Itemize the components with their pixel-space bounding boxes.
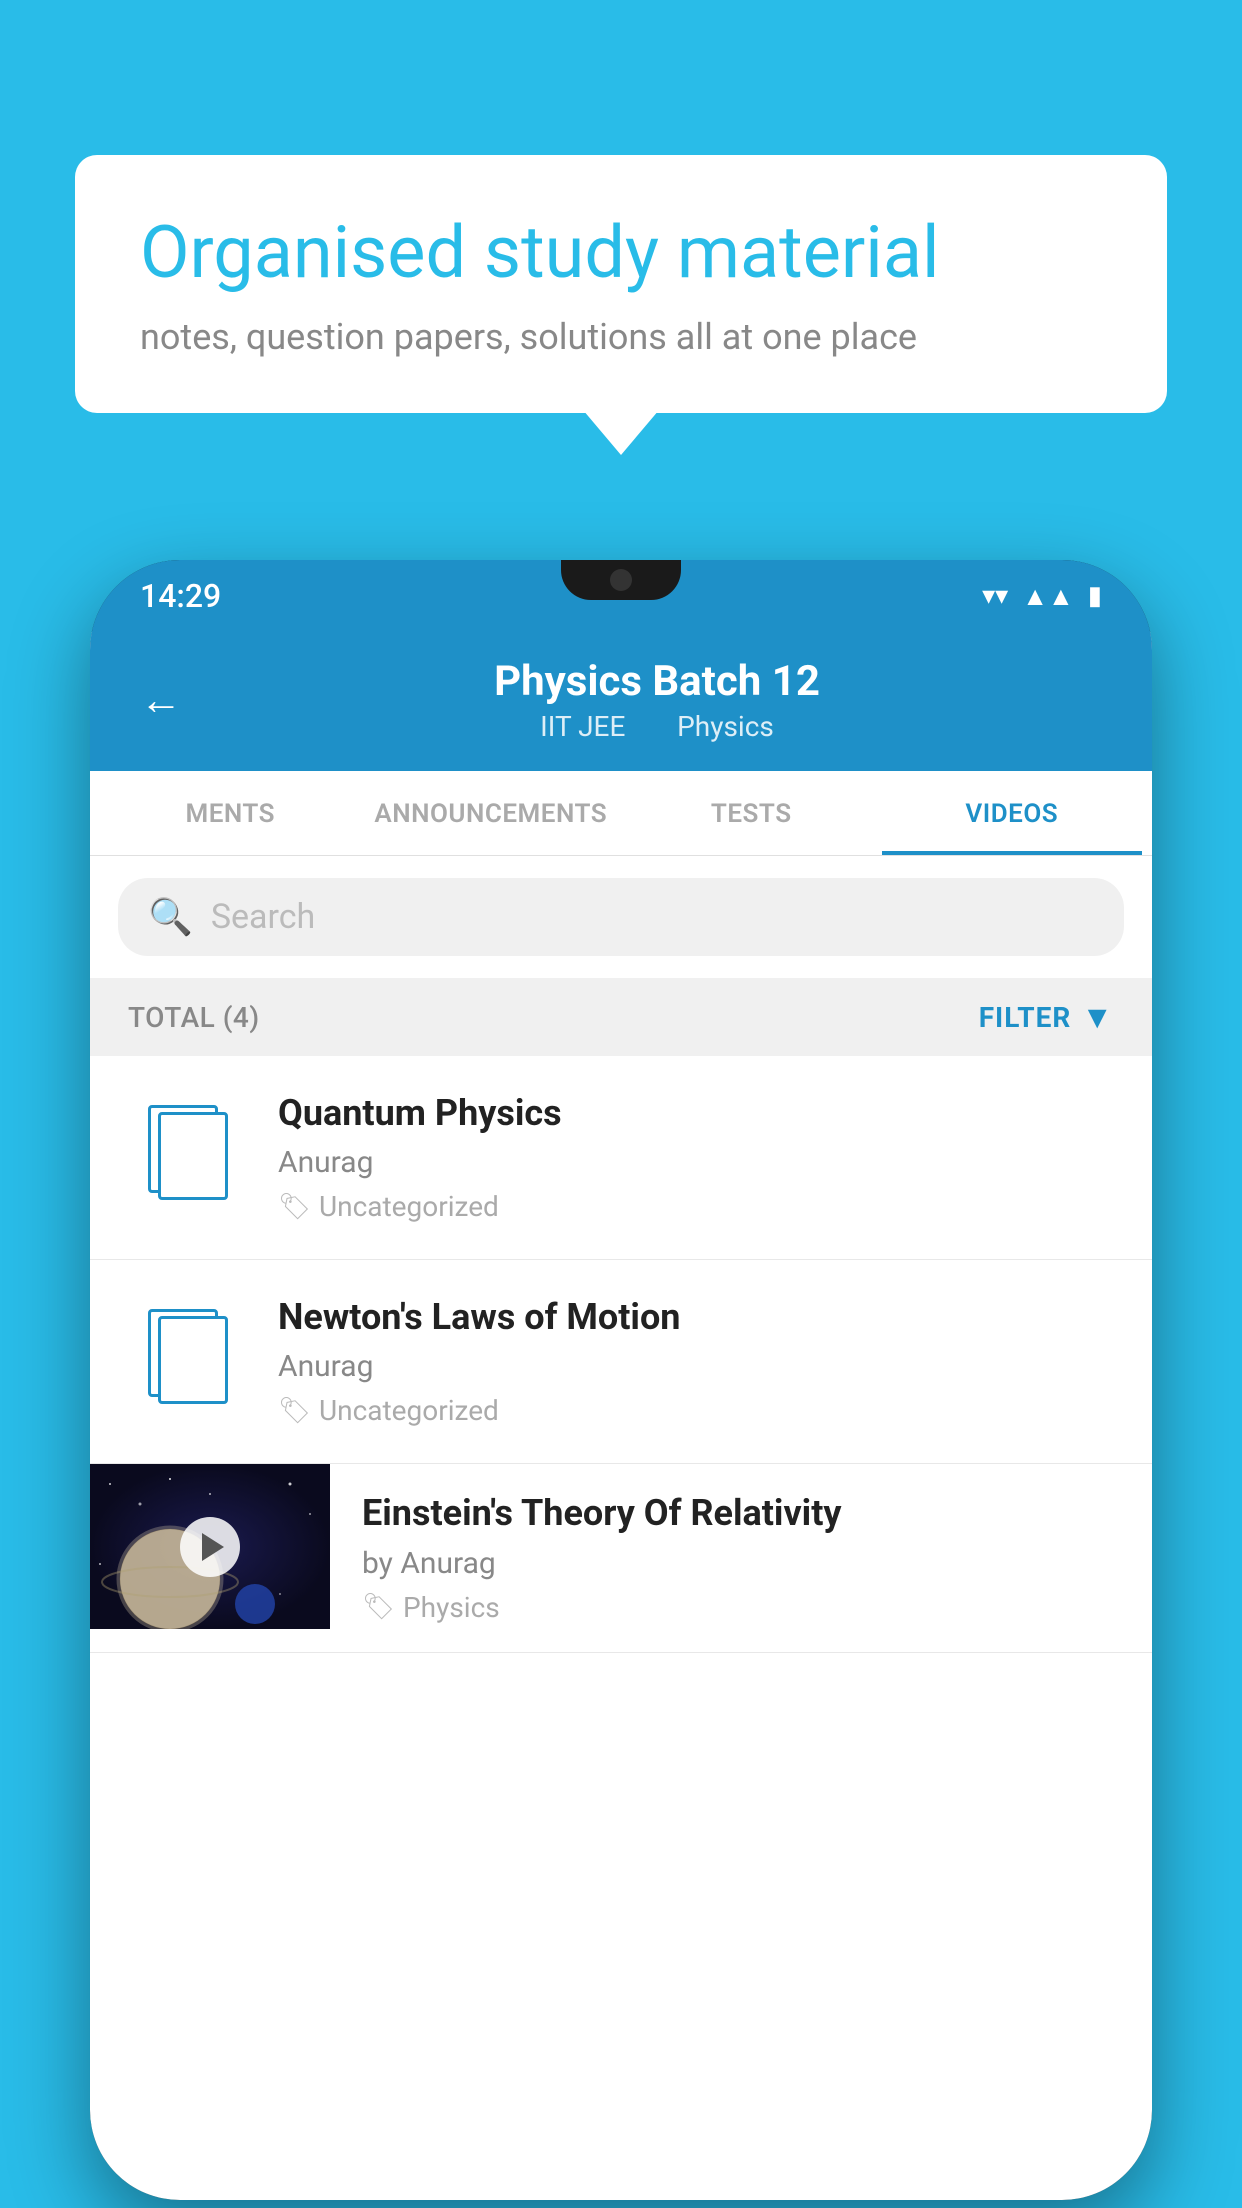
list-item[interactable]: Einstein's Theory Of Relativity by Anura… <box>90 1464 1152 1652</box>
filter-button[interactable]: FILTER ▼ <box>979 998 1114 1036</box>
video-tag: 🏷 Uncategorized <box>278 1394 1114 1427</box>
tag-icon: 🏷 <box>278 1396 311 1426</box>
file-icon <box>148 1105 228 1200</box>
video-title: Newton's Laws of Motion <box>278 1296 1114 1339</box>
file-icon-front <box>158 1316 228 1404</box>
signal-icon: ▲▲ <box>1022 581 1073 612</box>
video-thumb <box>128 1092 248 1212</box>
video-tag: 🏷 Physics <box>362 1591 1124 1624</box>
status-bar: 14:29 ▾▾ ▲▲ ▮ <box>90 560 1152 632</box>
video-info: Einstein's Theory Of Relativity by Anura… <box>330 1464 1152 1651</box>
status-time: 14:29 <box>140 577 221 615</box>
app-header: ← Physics Batch 12 IIT JEE Physics <box>90 632 1152 771</box>
video-info: Newton's Laws of Motion Anurag 🏷 Uncateg… <box>278 1296 1114 1427</box>
filter-label: FILTER <box>979 1001 1072 1034</box>
bubble-subtitle: notes, question papers, solutions all at… <box>140 316 1102 358</box>
tab-tests[interactable]: TESTS <box>621 771 882 855</box>
phone-notch <box>561 560 681 600</box>
tabs-bar: MENTS ANNOUNCEMENTS TESTS VIDEOS <box>90 771 1152 856</box>
video-info: Quantum Physics Anurag 🏷 Uncategorized <box>278 1092 1114 1223</box>
video-author: Anurag <box>278 1349 1114 1384</box>
video-author: Anurag <box>278 1145 1114 1180</box>
video-thumb <box>128 1296 248 1416</box>
search-bar-wrap: 🔍 Search <box>90 856 1152 978</box>
tag-icon: 🏷 <box>278 1192 311 1222</box>
play-icon <box>202 1533 224 1561</box>
tab-announcements[interactable]: ANNOUNCEMENTS <box>361 771 622 855</box>
header-subtitle: IIT JEE Physics <box>212 710 1102 743</box>
file-icon-front <box>158 1112 228 1200</box>
list-meta: TOTAL (4) FILTER ▼ <box>90 978 1152 1056</box>
search-placeholder: Search <box>211 897 315 937</box>
video-list: Quantum Physics Anurag 🏷 Uncategorized <box>90 1056 1152 1653</box>
video-thumbnail <box>90 1464 330 1629</box>
bubble-title: Organised study material <box>140 210 1102 296</box>
filter-icon: ▼ <box>1081 998 1114 1036</box>
tag-icon: 🏷 <box>362 1592 395 1622</box>
battery-icon: ▮ <box>1088 581 1102 611</box>
video-tag: 🏷 Uncategorized <box>278 1190 1114 1223</box>
speech-bubble: Organised study material notes, question… <box>75 155 1167 413</box>
play-button[interactable] <box>180 1517 240 1577</box>
phone-screen: ← Physics Batch 12 IIT JEE Physics MENTS… <box>90 632 1152 2200</box>
total-count: TOTAL (4) <box>128 1001 260 1034</box>
header-title: Physics Batch 12 <box>212 657 1102 706</box>
back-button[interactable]: ← <box>140 676 182 725</box>
header-physics: Physics <box>677 710 774 743</box>
video-author: by Anurag <box>362 1546 1124 1581</box>
tag-label: Uncategorized <box>319 1394 499 1427</box>
search-icon: 🔍 <box>148 896 193 938</box>
speech-bubble-container: Organised study material notes, question… <box>75 155 1167 413</box>
list-item[interactable]: Quantum Physics Anurag 🏷 Uncategorized <box>90 1056 1152 1260</box>
tag-label: Uncategorized <box>319 1190 499 1223</box>
wifi-icon: ▾▾ <box>982 581 1008 611</box>
video-title: Quantum Physics <box>278 1092 1114 1135</box>
header-iit-jee: IIT JEE <box>540 710 625 743</box>
status-icons: ▾▾ ▲▲ ▮ <box>982 581 1102 612</box>
camera <box>610 569 632 591</box>
search-bar[interactable]: 🔍 Search <box>118 878 1124 956</box>
screen-content: 🔍 Search TOTAL (4) FILTER ▼ <box>90 856 1152 1653</box>
video-title: Einstein's Theory Of Relativity <box>362 1492 1124 1535</box>
phone-frame: 14:29 ▾▾ ▲▲ ▮ ← Physics Batch 12 IIT JEE… <box>90 560 1152 2200</box>
header-center: Physics Batch 12 IIT JEE Physics <box>212 657 1102 743</box>
list-item[interactable]: Newton's Laws of Motion Anurag 🏷 Uncateg… <box>90 1260 1152 1464</box>
tab-videos[interactable]: VIDEOS <box>882 771 1143 855</box>
tab-ments[interactable]: MENTS <box>100 771 361 855</box>
file-icon <box>148 1309 228 1404</box>
tag-label: Physics <box>403 1591 500 1624</box>
